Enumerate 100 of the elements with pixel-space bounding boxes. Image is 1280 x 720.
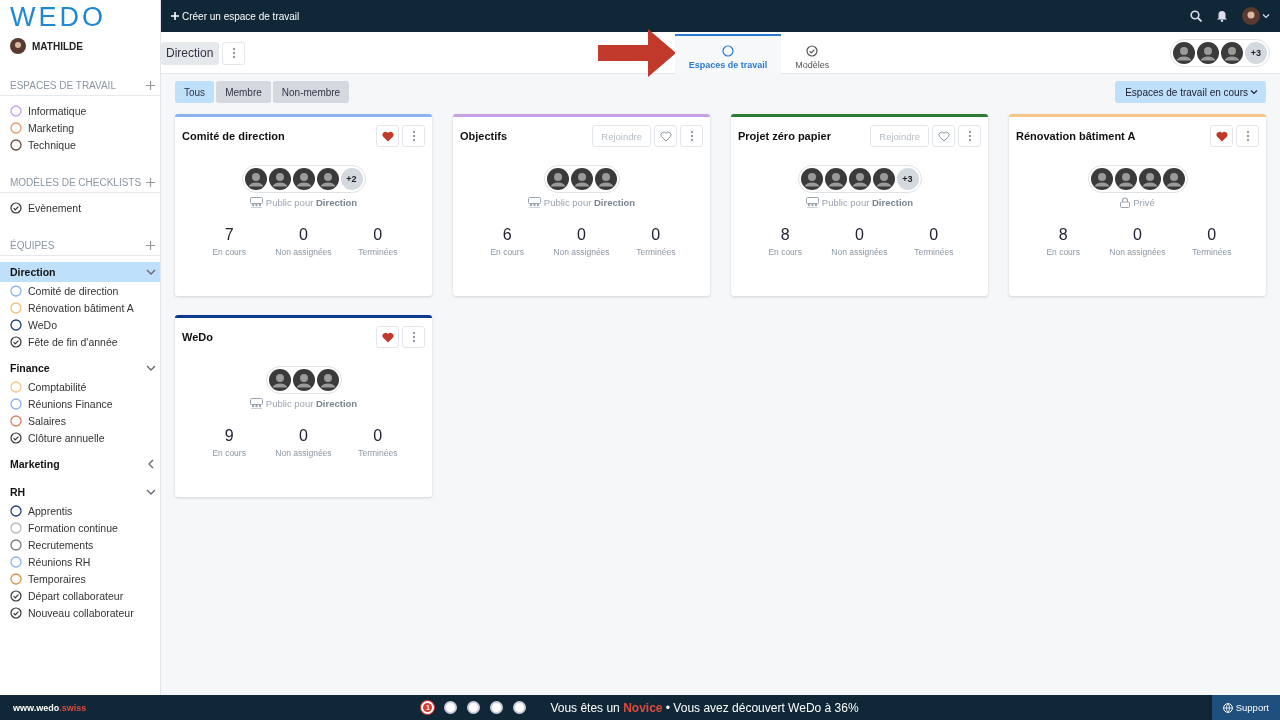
more-icon [231,47,236,59]
member-avatars[interactable] [1087,165,1188,193]
stat-label: En cours [490,247,524,257]
filter-button[interactable]: Non-membre [272,81,350,103]
sidebar-item[interactable]: Départ collaborateur [0,587,160,604]
section-title: ESPACES DE TRAVAIL [10,80,116,91]
more-button[interactable] [680,125,703,147]
stat-label: Terminées [358,247,398,257]
plus-icon [146,81,155,90]
user-menu[interactable] [1242,7,1270,25]
sidebar-item[interactable]: Salaires [0,412,160,429]
member-avatars[interactable]: +3 [1170,39,1270,67]
chevron-down-icon [1250,88,1258,96]
filter-button[interactable]: Tous [175,81,215,103]
visibility-text: Privé [1133,197,1155,208]
sidebar-item[interactable]: Réunions RH [0,553,160,570]
create-workspace-button[interactable]: Créer un espace de travail [171,10,300,22]
sidebar-item[interactable]: Apprentis [0,502,160,519]
team-name: RH [10,486,26,498]
more-button[interactable] [402,125,425,147]
check-circle-icon [10,335,22,348]
stat-value: 0 [373,427,383,445]
more-icon [411,130,416,142]
team-header[interactable]: RH [0,482,160,502]
favorite-button[interactable] [376,326,399,348]
sidebar-item[interactable]: Nouveau collaborateur [0,604,160,621]
stat-value: 0 [299,226,308,244]
check-circle-icon [10,201,22,214]
sidebar-item[interactable]: WeDo [0,316,160,333]
stat-value: 8 [780,226,790,244]
more-icon [967,130,972,142]
heart-icon [381,331,394,343]
member-avatars[interactable]: +3 [797,165,922,193]
stat-value: 0 [1207,226,1217,244]
stat-label: En cours [212,247,246,257]
more-count: +3 [1245,42,1267,64]
chevron-down-icon [146,363,156,373]
more-button[interactable] [958,125,981,147]
stat-label: Non assignées [831,247,888,257]
team-button[interactable]: Direction [161,41,220,65]
site-link[interactable]: www.wedo [13,702,60,713]
stat-label: Non assignées [1109,247,1166,257]
sidebar-item[interactable]: Temporaires [0,570,160,587]
more-button[interactable] [402,326,425,348]
workspace-card[interactable]: Projet zéro papier Rejoindre +3 Public pour Direction 8 En cours 0 Non assignées 0 Terminées [731,114,988,296]
check-circle-icon [10,589,22,602]
team-name: Finance [10,362,50,374]
sidebar-item[interactable]: Comité de direction [0,282,160,299]
card-title: Comité de direction [182,130,285,142]
stat-value: 0 [299,427,308,445]
sidebar-item[interactable]: Technique [0,136,160,153]
favorite-button[interactable] [1210,125,1233,147]
status-dropdown[interactable]: Espaces de travail en cours [1115,81,1266,103]
favorite-button[interactable] [932,125,955,147]
sidebar-item[interactable]: Evènement [0,199,160,216]
card-title: Rénovation bâtiment A [1016,130,1136,142]
sidebar-item[interactable]: Marketing [0,119,160,136]
avatar-icon [10,38,26,54]
sidebar-item[interactable]: Formation continue [0,519,160,536]
sidebar-item[interactable]: Rénovation bâtiment A [0,299,160,316]
member-avatars[interactable]: +2 [241,165,366,193]
sidebar-item[interactable]: Fête de fin d'année [0,333,160,350]
visibility-text: Public pour Direction [821,197,914,208]
section-title: ÉQUIPES [10,240,55,251]
sidebar-item[interactable]: Clôture annuelle [0,429,160,446]
favorite-button[interactable] [376,125,399,147]
sidebar-item[interactable]: Recrutements [0,536,160,553]
workspace-card[interactable]: Comité de direction +2 Public pour Direction 7 En cours 0 Non assignées 0 Terminées [175,114,432,296]
search-icon [1190,10,1202,22]
card-title: Objectifs [460,130,508,142]
stat-value: 0 [373,226,383,244]
step-dot[interactable] [467,701,481,714]
support-button[interactable]: Support [1211,695,1280,720]
stat-value: 7 [224,226,234,244]
step-dot[interactable] [513,701,527,714]
team-header[interactable]: Finance [0,358,160,378]
plus-icon [146,178,155,187]
step-dot[interactable] [444,701,458,714]
sidebar-item[interactable]: Réunions Finance [0,395,160,412]
member-avatars[interactable] [265,366,342,394]
visibility-text: Public pour Direction [265,197,358,208]
chevron-down-icon [146,487,156,497]
team-header[interactable]: Marketing [0,454,160,474]
workspace-card[interactable]: Objectifs Rejoindre Public pour Direction 6 En cours 0 Non assignées 0 Terminées [453,114,710,296]
team-header[interactable]: Direction [0,262,160,282]
stat-label: En cours [1046,247,1080,257]
tab[interactable]: Modèles [781,34,844,74]
sidebar-item[interactable]: Comptabilité [0,378,160,395]
step-dot[interactable] [490,701,504,714]
more-button[interactable] [1236,125,1259,147]
favorite-button[interactable] [654,125,677,147]
filter-button[interactable]: Membre [216,81,271,103]
stat-label: Non assignées [553,247,610,257]
workspace-card[interactable]: Rénovation bâtiment A Privé 8 En cours 0 Non assignées 0 Terminées [1009,114,1266,296]
sidebar-item[interactable]: Informatique [0,102,160,119]
visibility-text: Public pour Direction [265,398,358,409]
progress-message: Vous êtes un Novice • Vous avez découvert WeDo à 36% [550,700,859,715]
workspace-card[interactable]: WeDo Public pour Direction 9 En cours 0 Non assignées 0 Terminées [175,315,432,497]
member-avatars[interactable] [543,165,620,193]
tab[interactable]: Espaces de travail [674,34,782,74]
